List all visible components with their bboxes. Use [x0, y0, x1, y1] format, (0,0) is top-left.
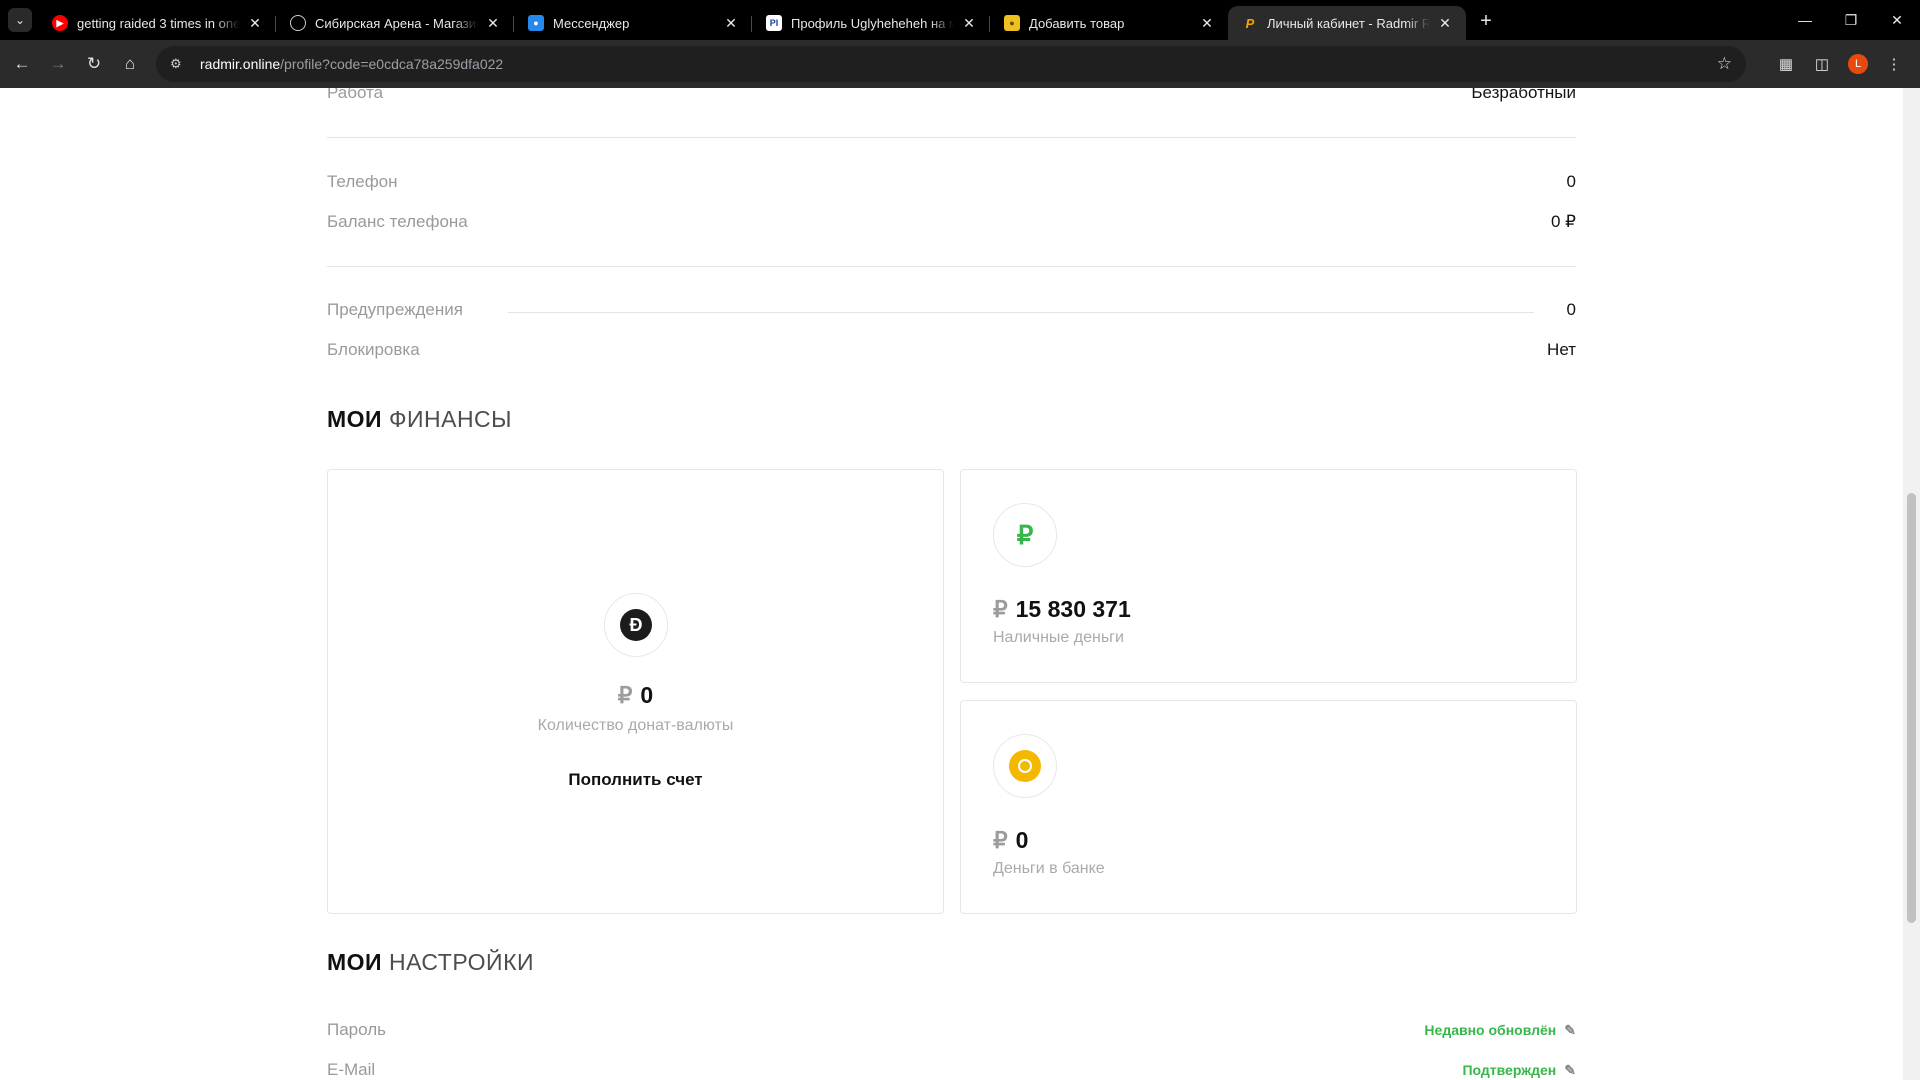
- forward-icon[interactable]: →: [40, 46, 76, 82]
- ruble-icon: ₽: [1016, 519, 1034, 550]
- tab-title: Добавить товар: [1029, 15, 1125, 31]
- warnings-label: Предупреждения: [327, 300, 463, 319]
- tab-search-button[interactable]: ⌄: [8, 8, 32, 32]
- tab-title: Профиль Uglyheheheh на маркете: [791, 15, 954, 31]
- side-panel-icon[interactable]: ◫: [1804, 46, 1840, 82]
- bookmark-star-icon[interactable]: ☆: [1717, 54, 1732, 74]
- page-viewport: Работа Безработный Телефон 0 Баланс теле…: [0, 88, 1903, 1080]
- tab-title: Сибирская Арена - Магазин Radmir: [315, 15, 478, 31]
- browser-toolbar: ← → ↻ ⌂ ⚙ radmir.online/profile?code=e0c…: [0, 40, 1920, 88]
- chevron-down-icon: ⌄: [14, 13, 26, 27]
- phone-balance-label: Баланс телефона: [327, 212, 468, 231]
- scrollbar-thumb[interactable]: [1907, 493, 1916, 923]
- job-value: Безработный: [1471, 88, 1576, 102]
- warnings-value: 0: [1566, 300, 1576, 319]
- tab-youtube[interactable]: ▶ getting raided 3 times in one hour ✕: [38, 6, 276, 40]
- donate-amount: ₽0: [617, 682, 654, 708]
- close-icon[interactable]: ✕: [960, 15, 978, 32]
- phone-label: Телефон: [327, 172, 398, 191]
- close-icon[interactable]: ✕: [484, 15, 502, 32]
- window-controls: — ❐ ✕: [1782, 0, 1920, 40]
- edit-icon[interactable]: ✎: [1564, 1062, 1576, 1079]
- cash-icon-wrapper: ₽: [993, 503, 1057, 567]
- tab-arena-shop[interactable]: Сибирская Арена - Магазин Radmir ✕: [276, 6, 514, 40]
- radmir-icon: P: [1245, 15, 1255, 31]
- close-icon[interactable]: ✕: [1436, 15, 1454, 32]
- bank-amount: ₽0: [993, 827, 1029, 853]
- address-bar[interactable]: ⚙ radmir.online/profile?code=e0cdca78a25…: [156, 46, 1746, 82]
- block-value: Нет: [1547, 340, 1576, 359]
- block-row: Блокировка Нет: [327, 340, 1576, 360]
- phone-value: 0: [1566, 172, 1576, 191]
- extensions-icon[interactable]: ▦: [1768, 46, 1804, 82]
- block-label: Блокировка: [327, 340, 420, 359]
- tab-messenger[interactable]: ● Мессенджер ✕: [514, 6, 752, 40]
- job-row: Работа Безработный: [327, 88, 1576, 103]
- warnings-progress-line: [508, 312, 1534, 313]
- job-label: Работа: [327, 88, 384, 102]
- warnings-row: Предупреждения 0: [327, 300, 1576, 320]
- cash-caption: Наличные деньги: [993, 629, 1124, 646]
- password-row: Пароль Недавно обновлён ✎: [327, 1020, 1576, 1040]
- tab-title: getting raided 3 times in one hour: [77, 15, 240, 31]
- topup-button[interactable]: Пополнить счет: [328, 770, 943, 790]
- avatar: L: [1848, 54, 1868, 74]
- tab-title: Мессенджер: [553, 15, 630, 31]
- divider: [327, 137, 1576, 138]
- close-icon[interactable]: ✕: [722, 15, 740, 32]
- minimize-icon[interactable]: —: [1782, 0, 1828, 40]
- new-tab-button[interactable]: +: [1472, 10, 1500, 33]
- finances-title: МОИ ФИНАНСЫ: [327, 406, 513, 432]
- back-icon[interactable]: ←: [4, 46, 40, 82]
- divider: [327, 266, 1576, 267]
- password-label: Пароль: [327, 1020, 386, 1039]
- close-window-icon[interactable]: ✕: [1874, 0, 1920, 40]
- page-scrollbar[interactable]: [1903, 88, 1920, 1080]
- bank-coin-icon: [1009, 750, 1041, 782]
- close-icon[interactable]: ✕: [1198, 15, 1216, 32]
- phone-row: Телефон 0: [327, 172, 1576, 192]
- close-icon[interactable]: ✕: [246, 15, 264, 32]
- profile-button[interactable]: L: [1840, 46, 1876, 82]
- site-info-icon[interactable]: ⚙: [170, 56, 188, 72]
- bank-icon-wrapper: [993, 734, 1057, 798]
- cash-card: ₽ ₽15 830 371 Наличные деньги: [960, 469, 1577, 683]
- tab-list: ▶ getting raided 3 times in one hour ✕ С…: [38, 0, 1466, 40]
- tab-add-product[interactable]: ● Добавить товар ✕: [990, 6, 1228, 40]
- toolbar-actions: ▦ ◫ L ⋮: [1768, 46, 1912, 82]
- youtube-icon: ▶: [52, 15, 68, 31]
- donate-coin-icon: Đ: [620, 609, 652, 641]
- bank-card: ₽0 Деньги в банке: [960, 700, 1577, 914]
- edit-icon[interactable]: ✎: [1564, 1022, 1576, 1039]
- donate-caption: Количество донат-валюты: [537, 717, 734, 734]
- reload-icon[interactable]: ↻: [76, 46, 112, 82]
- cash-amount: ₽15 830 371: [993, 596, 1131, 622]
- tab-market-profile[interactable]: PI Профиль Uglyheheheh на маркете ✕: [752, 6, 990, 40]
- email-status[interactable]: Подтвержден ✎: [1462, 1062, 1576, 1079]
- tab-title: Личный кабинет - Radmir Roleplay: [1267, 15, 1430, 31]
- messenger-icon: ●: [528, 15, 544, 31]
- home-icon[interactable]: ⌂: [112, 46, 148, 82]
- settings-title: МОИ НАСТРОЙКИ: [327, 949, 535, 975]
- menu-kebab-icon[interactable]: ⋮: [1876, 46, 1912, 82]
- password-status[interactable]: Недавно обновлён ✎: [1424, 1022, 1576, 1039]
- globe-icon: [290, 15, 306, 31]
- tab-strip: ⌄ ▶ getting raided 3 times in one hour ✕…: [0, 0, 1920, 40]
- tab-radmir-cabinet[interactable]: P Личный кабинет - Radmir Roleplay ✕: [1228, 6, 1466, 40]
- phone-balance-value: 0 ₽: [1551, 212, 1576, 231]
- email-row: E-Mail Подтвержден ✎: [327, 1060, 1576, 1080]
- restore-icon[interactable]: ❐: [1828, 0, 1874, 40]
- donate-card: Đ ₽0 Количество донат-валюты Пополнить с…: [327, 469, 944, 914]
- phone-balance-row: Баланс телефона 0 ₽: [327, 212, 1576, 232]
- url-text[interactable]: radmir.online/profile?code=e0cdca78a259d…: [200, 56, 503, 72]
- profile-icon: PI: [766, 15, 782, 31]
- shop-icon: ●: [1004, 15, 1020, 31]
- bank-caption: Деньги в банке: [993, 860, 1105, 877]
- donate-icon-wrapper: Đ: [604, 593, 668, 657]
- email-label: E-Mail: [327, 1060, 376, 1079]
